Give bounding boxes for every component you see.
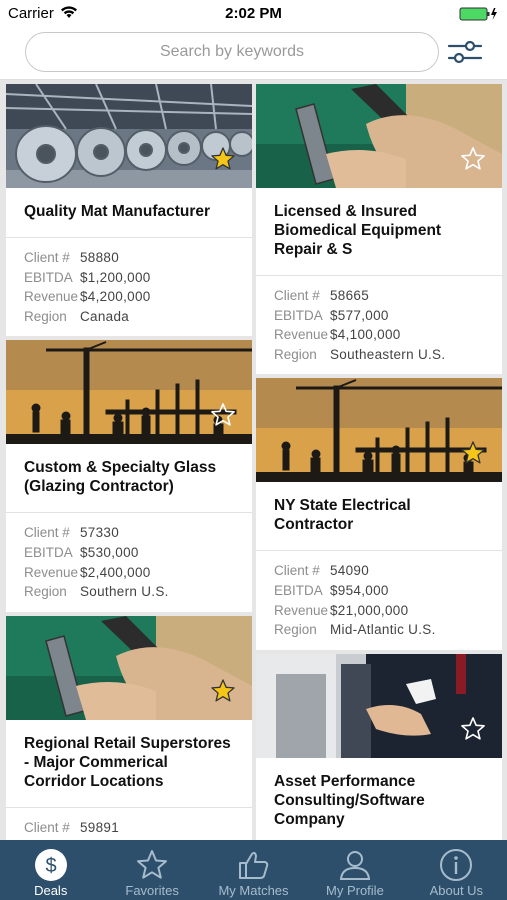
deal-image-construction: [256, 378, 502, 483]
deal-title: NY State Electrical Contractor: [256, 482, 502, 552]
deal-details: Client # 58665 EBITDA $577,000 Revenue $4,1…: [256, 276, 502, 374]
deal-details: Client #59891 EBITDA$0: [6, 808, 252, 840]
search-input[interactable]: [25, 32, 439, 72]
deal-card[interactable]: NY State Electrical Contractor Client # 5…: [256, 378, 502, 650]
status-bar: Carrier 2:02 PM: [0, 0, 507, 28]
tab-deals[interactable]: $ Deals: [0, 840, 101, 900]
client-number: 57330: [80, 525, 120, 541]
tab-favorites[interactable]: Favorites: [101, 840, 202, 900]
deal-details: Client # 58880 EBITDA $1,200,000 Revenue $4…: [6, 238, 252, 336]
ebitda-value: $954,000: [330, 582, 389, 598]
client-number: 59891: [80, 819, 120, 835]
region-value: Southern U.S.: [80, 584, 169, 600]
revenue-label: Revenue: [274, 327, 329, 343]
client-label: Client #: [24, 525, 70, 541]
thumbs-up-icon: [238, 851, 268, 879]
region-label: Region: [24, 584, 67, 600]
deal-card[interactable]: Regional Retail Superstores - Major Comm…: [6, 615, 252, 840]
star-icon: [137, 850, 168, 879]
favorite-star-icon[interactable]: [210, 678, 236, 704]
client-number: 54090: [330, 563, 370, 579]
region-value: Southeastern U.S.: [330, 346, 446, 362]
deal-details: Client # 54090 EBITDA $954,000 Revenue $21,…: [256, 551, 502, 649]
ebitda-label: EBITDA: [274, 307, 323, 323]
region-value: Canada: [80, 308, 130, 324]
favorite-star-icon[interactable]: [460, 716, 486, 742]
deal-image-handshake: [256, 653, 502, 758]
deal-card[interactable]: Licensed & Insured Biomedical Equipment …: [256, 84, 502, 375]
info-icon: [440, 849, 473, 881]
deal-image-construction: [6, 340, 252, 445]
svg-text:$: $: [45, 855, 56, 877]
tab-about-us[interactable]: About Us: [406, 840, 507, 900]
deal-title: Licensed & Insured Biomedical Equipment …: [256, 188, 502, 276]
deal-title: Regional Retail Superstores - Major Comm…: [6, 720, 252, 808]
favorite-star-icon[interactable]: [210, 146, 236, 172]
deal-card[interactable]: Quality Mat Manufacturer Client # 58880 E…: [6, 84, 252, 337]
ebitda-value: $530,000: [80, 544, 139, 560]
deals-column-left: Quality Mat Manufacturer Client # 58880 E…: [6, 84, 252, 840]
client-label: Client #: [24, 250, 70, 265]
tab-label: Favorites: [125, 883, 179, 898]
ebitda-label: EBITDA: [24, 269, 73, 285]
region-label: Region: [274, 346, 317, 362]
region-label: Region: [24, 308, 67, 324]
revenue-label: Revenue: [274, 602, 329, 618]
revenue-value: $2,400,000: [80, 564, 151, 580]
battery-icon: [459, 6, 499, 22]
client-number: 58665: [330, 288, 370, 303]
search-bar: [0, 28, 507, 80]
favorite-star-icon[interactable]: [460, 146, 486, 172]
deal-image-tablet: [6, 615, 252, 720]
ebitda-value: $577,000: [330, 307, 389, 323]
deal-title: Custom & Specialty Glass (Glazing Contra…: [6, 444, 252, 514]
ebitda-label: EBITDA: [274, 582, 323, 598]
favorite-star-icon[interactable]: [460, 440, 486, 466]
person-icon: [339, 851, 371, 880]
region-value: Mid-Atlantic U.S.: [330, 622, 436, 638]
deal-image-steel-coils: [6, 84, 252, 188]
tab-label: About Us: [429, 883, 484, 898]
tab-my-profile[interactable]: My Profile: [304, 840, 405, 900]
tab-my-matches[interactable]: My Matches: [203, 840, 304, 900]
deal-details: Client # 57330 EBITDA $530,000 Revenue $2,4…: [6, 513, 252, 611]
deal-card[interactable]: Custom & Specialty Glass (Glazing Contra…: [6, 340, 252, 612]
sliders-icon: [447, 40, 483, 64]
client-label: Client #: [274, 288, 320, 303]
client-label: Client #: [24, 819, 70, 835]
deal-title: Quality Mat Manufacturer: [6, 188, 252, 238]
tab-bar: $ Deals Favorites My Matches My Profile: [0, 840, 507, 900]
status-time: 2:02 PM: [225, 5, 282, 22]
deal-image-tablet: [256, 84, 502, 188]
tab-label: Deals: [34, 883, 68, 898]
deals-column-right: Licensed & Insured Biomedical Equipment …: [256, 84, 502, 840]
tab-label: My Matches: [218, 883, 289, 898]
ebitda-value: $1,200,000: [80, 269, 151, 285]
deals-grid: Quality Mat Manufacturer Client # 58880 E…: [0, 80, 507, 840]
revenue-value: $4,200,000: [80, 289, 151, 305]
tab-label: My Profile: [326, 883, 384, 898]
client-number: 58880: [80, 250, 120, 265]
client-label: Client #: [274, 563, 320, 579]
revenue-value: $21,000,000: [330, 602, 409, 618]
region-label: Region: [274, 622, 317, 638]
revenue-value: $4,100,000: [330, 327, 401, 343]
deal-card[interactable]: Asset Performance Consulting/Software Co…: [256, 653, 502, 840]
filter-button[interactable]: [446, 37, 484, 67]
favorite-star-icon[interactable]: [210, 402, 236, 428]
revenue-label: Revenue: [24, 564, 79, 580]
revenue-label: Revenue: [24, 289, 79, 305]
dollar-icon: $: [34, 849, 67, 881]
ebitda-label: EBITDA: [24, 544, 73, 560]
deal-title: Asset Performance Consulting/Software Co…: [256, 758, 502, 840]
